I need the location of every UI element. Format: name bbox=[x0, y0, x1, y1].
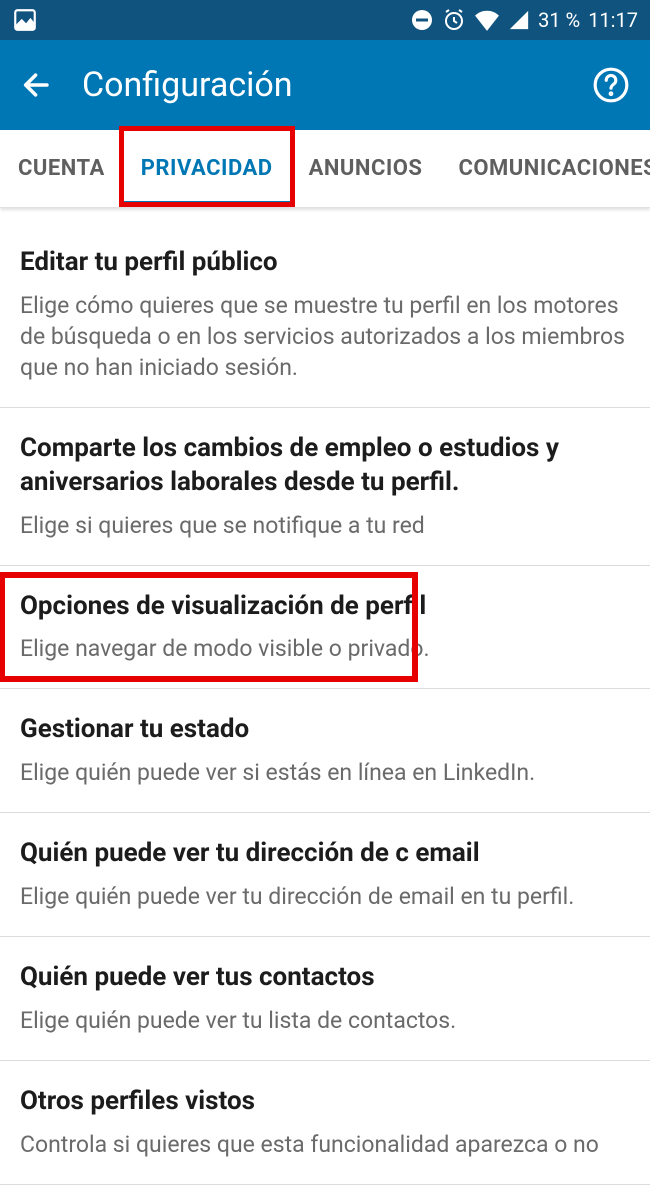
setting-item[interactable]: Editar tu perfil público Elige cómo quier… bbox=[0, 208, 650, 408]
status-left bbox=[12, 7, 38, 33]
settings-list: Editar tu perfil público Elige cómo quier… bbox=[0, 208, 650, 1185]
setting-title: Quién puede ver tus contactos bbox=[20, 961, 630, 995]
clock-time: 11:17 bbox=[588, 8, 638, 32]
setting-item[interactable]: Otros perfiles vistos Controla si quieres… bbox=[0, 1061, 650, 1185]
app-bar: Configuración bbox=[0, 40, 650, 130]
setting-title: Comparte los cambios de empleo o estudio… bbox=[20, 432, 630, 500]
dnd-icon bbox=[410, 8, 434, 32]
setting-title: Opciones de visualización de perfil bbox=[20, 590, 630, 624]
signal-icon bbox=[508, 9, 530, 31]
tab-comunicaciones[interactable]: COMUNICACIONES bbox=[440, 130, 650, 207]
setting-title: Otros perfiles vistos bbox=[20, 1085, 630, 1119]
setting-item[interactable]: Comparte los cambios de empleo o estudio… bbox=[0, 408, 650, 566]
setting-subtitle: Elige cómo quieres que se muestre tu per… bbox=[20, 290, 630, 383]
setting-subtitle: Elige quién puede ver tu lista de contac… bbox=[20, 1005, 630, 1036]
setting-subtitle: Elige quién puede ver tu dirección de em… bbox=[20, 881, 630, 912]
status-right: 31 % 11:17 bbox=[410, 8, 638, 32]
setting-subtitle: Elige navegar de modo visible o privado. bbox=[20, 633, 630, 664]
page-title: Configuración bbox=[82, 65, 564, 105]
setting-title: Editar tu perfil público bbox=[20, 246, 630, 280]
wifi-icon bbox=[474, 9, 500, 31]
setting-item[interactable]: Gestionar tu estado Elige quién puede ver… bbox=[0, 689, 650, 813]
highlight-box bbox=[0, 572, 418, 683]
tab-anuncios[interactable]: ANUNCIOS bbox=[291, 130, 441, 207]
help-button[interactable] bbox=[592, 66, 630, 104]
tab-label: COMUNICACIONES bbox=[458, 156, 650, 181]
tab-indicator bbox=[123, 201, 291, 207]
tab-label: PRIVACIDAD bbox=[141, 156, 273, 181]
tabs-container: CUENTA PRIVACIDAD ANUNCIOS COMUNICACIONES bbox=[0, 130, 650, 208]
status-bar: 31 % 11:17 bbox=[0, 0, 650, 40]
setting-subtitle: Elige quién puede ver si estás en línea … bbox=[20, 757, 630, 788]
setting-item[interactable]: Quién puede ver tu dirección de c email E… bbox=[0, 813, 650, 937]
alarm-icon bbox=[442, 8, 466, 32]
setting-item[interactable]: Quién puede ver tus contactos Elige quién… bbox=[0, 937, 650, 1061]
setting-item[interactable]: Opciones de visualización de perfil Elige… bbox=[0, 566, 650, 690]
image-icon bbox=[12, 7, 38, 33]
setting-subtitle: Elige si quieres que se notifique a tu r… bbox=[20, 510, 630, 541]
back-button[interactable] bbox=[20, 68, 54, 102]
setting-title: Quién puede ver tu dirección de c email bbox=[20, 837, 630, 871]
setting-subtitle: Controla si quieres que esta funcionalid… bbox=[20, 1129, 630, 1160]
setting-title: Gestionar tu estado bbox=[20, 713, 630, 747]
tab-label: CUENTA bbox=[18, 156, 105, 181]
battery-percent: 31 % bbox=[538, 8, 580, 32]
tab-privacidad[interactable]: PRIVACIDAD bbox=[123, 130, 291, 207]
tab-label: ANUNCIOS bbox=[309, 156, 423, 181]
tab-cuenta[interactable]: CUENTA bbox=[0, 130, 123, 207]
